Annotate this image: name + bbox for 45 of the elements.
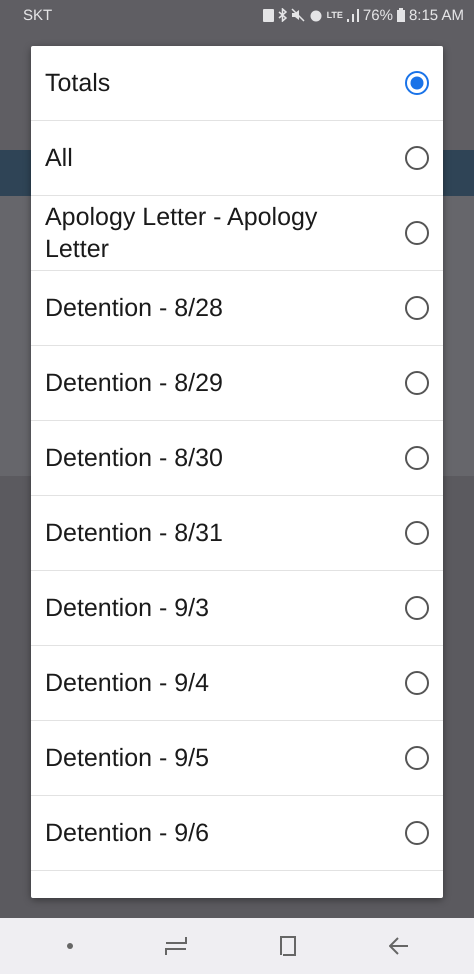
option-row[interactable]: Detention - 8/31	[31, 496, 443, 571]
back-icon[interactable]	[388, 936, 408, 956]
recent-apps-icon[interactable]	[164, 936, 186, 956]
option-row[interactable]: Detention - 8/30	[31, 421, 443, 496]
option-label: Detention - 9/6	[45, 818, 209, 849]
option-row[interactable]: Detention - 9/4	[31, 646, 443, 721]
option-row[interactable]: Detention - 9/5	[31, 721, 443, 796]
radio-button[interactable]	[405, 596, 429, 620]
radio-button[interactable]	[405, 446, 429, 470]
option-label: Totals	[45, 68, 110, 99]
option-label: Detention - 8/29	[45, 368, 223, 399]
radio-button[interactable]	[405, 821, 429, 845]
bluetooth-icon	[278, 8, 287, 22]
radio-button[interactable]	[405, 146, 429, 170]
dot-icon[interactable]	[66, 942, 74, 950]
option-row[interactable]: Detention - 9/6	[31, 796, 443, 871]
radio-button[interactable]	[405, 671, 429, 695]
radio-button[interactable]	[405, 221, 429, 245]
option-row[interactable]: Apology Letter - Apology Letter	[31, 196, 443, 271]
option-row[interactable]: All	[31, 121, 443, 196]
radio-button[interactable]	[405, 296, 429, 320]
option-label: All	[45, 143, 73, 174]
network-type: LTE	[326, 10, 343, 20]
home-icon[interactable]	[278, 936, 298, 956]
option-label: Detention - 8/30	[45, 443, 223, 474]
option-label: Detention - 9/4	[45, 668, 209, 699]
option-row[interactable]: Detention - 8/29	[31, 346, 443, 421]
option-row[interactable]: Detention - 8/28	[31, 271, 443, 346]
radio-button[interactable]	[405, 746, 429, 770]
mute-icon	[290, 8, 305, 22]
clock: 8:15 AM	[408, 6, 464, 24]
option-label: Detention - 8/28	[45, 293, 223, 324]
option-label: Detention - 8/31	[45, 518, 223, 549]
option-row[interactable]: Detention - 9/3	[31, 571, 443, 646]
option-row[interactable]: Totals	[31, 46, 443, 121]
battery-level: 76%	[362, 6, 393, 24]
radio-button[interactable]	[405, 71, 429, 95]
battery-icon	[396, 8, 405, 22]
option-label: Apology Letter - Apology Letter	[45, 202, 318, 265]
signal-icon	[346, 8, 359, 22]
radio-button[interactable]	[405, 521, 429, 545]
option-label: Detention - 9/3	[45, 593, 209, 624]
option-label: Detention - 9/5	[45, 743, 209, 774]
radio-button[interactable]	[405, 371, 429, 395]
carrier-name: SKT	[23, 6, 52, 24]
